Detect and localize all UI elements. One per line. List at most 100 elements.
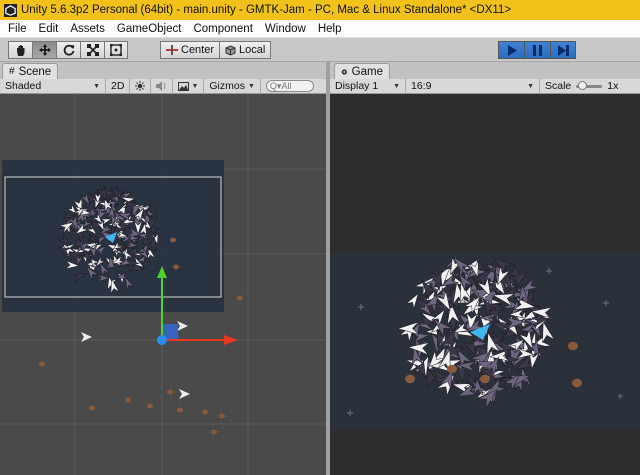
pivot-mode-label: Center xyxy=(181,44,215,56)
tab-game[interactable]: Game xyxy=(334,63,390,79)
rotate-tool-button[interactable] xyxy=(56,41,80,59)
asteroid xyxy=(167,389,173,395)
display-label: Display 1 xyxy=(335,80,379,92)
window-title: Unity 5.6.3p2 Personal (64bit) - main.un… xyxy=(21,4,512,16)
search-icon: Q▾ xyxy=(269,80,282,91)
rect-tool-icon xyxy=(110,44,122,56)
asteroid xyxy=(237,295,243,301)
pivot-space-button[interactable]: Local xyxy=(220,41,272,59)
pause-button[interactable] xyxy=(524,41,550,59)
scene-search-input[interactable]: Q▾ All xyxy=(265,80,314,92)
asteroid xyxy=(89,405,95,411)
scale-slider-knob[interactable] xyxy=(578,80,588,90)
asteroid xyxy=(173,264,179,270)
display-dropdown[interactable]: Display 1 ▼ xyxy=(330,78,406,94)
play-button[interactable] xyxy=(498,41,524,59)
hand-icon xyxy=(16,45,24,56)
pivot-space-label: Local xyxy=(239,44,266,56)
menu-window[interactable]: Window xyxy=(259,23,312,35)
aspect-label: 16:9 xyxy=(411,80,432,92)
scene-toolbar: Shaded ▼ 2D ▼ Gizmos ▼ Q▾ All xyxy=(0,78,326,94)
aspect-dropdown[interactable]: 16:9 ▼ xyxy=(406,78,540,94)
scene-view[interactable] xyxy=(0,94,326,475)
menu-file[interactable]: File xyxy=(2,23,33,35)
play-icon xyxy=(507,44,517,56)
game-letterbox-bottom xyxy=(330,430,640,475)
enemy-ship xyxy=(179,389,190,399)
play-controls xyxy=(498,41,576,59)
chevron-down-icon: ▼ xyxy=(93,82,100,90)
pivot-tools: Center Local xyxy=(160,41,272,59)
pivot-icon xyxy=(166,45,178,55)
shading-mode-dropdown[interactable]: Shaded ▼ xyxy=(0,78,106,94)
rotate-icon xyxy=(63,44,74,56)
pivot-mode-button[interactable]: Center xyxy=(160,41,221,59)
scene-tab-strip: # Scene xyxy=(0,63,326,79)
main-toolbar: Center Local xyxy=(0,38,640,62)
game-view[interactable] xyxy=(330,94,640,475)
scene-canvas xyxy=(0,94,326,475)
scale-icon xyxy=(86,44,99,56)
scene-search: Q▾ All xyxy=(261,79,319,94)
asteroid xyxy=(219,413,225,419)
scene-tab-icon: # xyxy=(9,66,15,77)
chevron-down-icon: ▼ xyxy=(393,82,400,90)
image-icon xyxy=(178,81,190,91)
game-letterbox-top xyxy=(330,94,640,252)
chevron-down-icon: ▼ xyxy=(527,82,534,90)
asteroid xyxy=(202,409,208,415)
game-canvas xyxy=(330,94,640,475)
pause-icon xyxy=(533,44,542,56)
asteroid xyxy=(211,429,217,435)
scale-control: Scale 1x xyxy=(540,79,623,94)
title-bar: Unity 5.6.3p2 Personal (64bit) - main.un… xyxy=(0,0,640,20)
asteroid xyxy=(405,374,415,384)
asteroid xyxy=(447,364,457,374)
rect-tool-button[interactable] xyxy=(104,41,128,59)
scene-tab-label: Scene xyxy=(18,65,52,78)
asteroid xyxy=(147,403,153,409)
asteroid xyxy=(480,374,490,384)
hand-tool-button[interactable] xyxy=(8,41,32,59)
asteroid xyxy=(39,361,45,367)
2d-mode-toggle[interactable]: 2D xyxy=(106,78,131,94)
chevron-down-icon: ▼ xyxy=(247,82,255,90)
sun-icon xyxy=(135,81,146,91)
cube-icon xyxy=(225,44,236,56)
asteroid xyxy=(568,341,578,351)
asteroid xyxy=(572,378,582,388)
game-toolbar: Display 1 ▼ 16:9 ▼ Scale 1x xyxy=(330,78,640,94)
unity-logo-icon xyxy=(4,3,17,17)
scale-value: 1x xyxy=(607,80,619,92)
lighting-toggle[interactable] xyxy=(130,78,152,94)
menu-bar: File Edit Assets GameObject Component Wi… xyxy=(0,20,640,38)
step-icon xyxy=(557,44,569,56)
enemy-ship xyxy=(177,321,188,331)
menu-edit[interactable]: Edit xyxy=(33,23,65,35)
game-tab-label: Game xyxy=(351,65,383,78)
game-controller-icon xyxy=(341,68,348,75)
move-tool-button[interactable] xyxy=(32,41,56,59)
gizmos-dropdown[interactable]: Gizmos ▼ xyxy=(204,78,261,94)
audio-toggle[interactable] xyxy=(151,78,174,94)
scale-label: Scale xyxy=(545,80,572,92)
scale-slider[interactable] xyxy=(576,80,603,90)
scale-tool-button[interactable] xyxy=(80,41,104,59)
2d-mode-label: 2D xyxy=(111,80,125,92)
asteroid xyxy=(125,397,131,403)
move-icon xyxy=(38,44,51,56)
menu-gameobject[interactable]: GameObject xyxy=(111,23,188,35)
game-tab-strip: Game xyxy=(330,63,640,79)
transform-tools xyxy=(8,41,128,59)
menu-help[interactable]: Help xyxy=(312,23,348,35)
asteroid xyxy=(170,237,176,243)
scene-search-placeholder: All xyxy=(281,81,292,91)
asteroid xyxy=(177,407,183,413)
tab-scene[interactable]: # Scene xyxy=(2,63,58,79)
speaker-icon xyxy=(156,81,166,91)
effects-dropdown[interactable]: ▼ xyxy=(173,78,205,94)
step-button[interactable] xyxy=(550,41,576,59)
chevron-down-icon: ▼ xyxy=(191,82,199,90)
menu-component[interactable]: Component xyxy=(187,23,258,35)
menu-assets[interactable]: Assets xyxy=(64,23,111,35)
